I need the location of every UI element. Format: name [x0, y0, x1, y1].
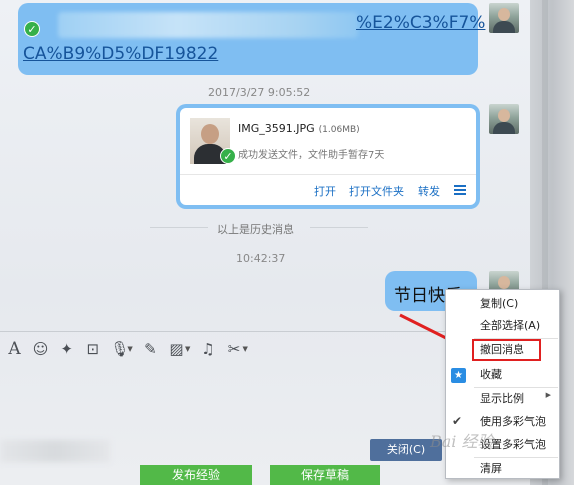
font-icon[interactable]: A: [6, 340, 23, 358]
forward-button[interactable]: 转发: [418, 183, 440, 199]
blurred-area: [0, 440, 110, 462]
magic-icon[interactable]: ✦: [58, 340, 75, 358]
file-name-text: IMG_3591.JPG: [238, 122, 315, 135]
file-actions-bar: 打开 打开文件夹 转发: [180, 174, 476, 204]
file-name: IMG_3591.JPG (1.06MB): [238, 122, 360, 135]
open-folder-button[interactable]: 打开文件夹: [349, 183, 404, 199]
emoji-icon[interactable]: ☺: [32, 340, 49, 358]
sent-check-icon: ✓: [220, 148, 236, 164]
menu-item-select-all[interactable]: 全部选择(A): [446, 316, 559, 336]
input-toolbar: A ☺ ✦ ⊡ 🎙▼ ✎ ▨▼ ♫ ✂ ▼: [6, 338, 252, 360]
toolbar-divider: [0, 331, 448, 332]
sent-check-icon: ✓: [24, 21, 40, 37]
history-label: 以上是历史消息: [217, 223, 294, 236]
menu-item-copy[interactable]: 复制(C): [446, 294, 559, 314]
open-file-button[interactable]: 打开: [314, 183, 336, 199]
chevron-down-icon[interactable]: ▼: [243, 345, 248, 353]
chevron-down-icon[interactable]: ▼: [185, 345, 190, 353]
scissors-icon[interactable]: ✂: [226, 340, 243, 358]
file-card-body: ✓ IMG_3591.JPG (1.06MB) 成功发送文件，文件助手暂存7天 打…: [180, 108, 476, 205]
publish-button[interactable]: 发布经验: [140, 465, 252, 485]
music-icon[interactable]: ♫: [199, 340, 216, 358]
menu-item-clear[interactable]: 清屏: [446, 459, 559, 479]
link-message-bubble: ✓ %E2%C3%F7% CA%B9%D5%DF19822: [18, 3, 485, 75]
history-divider: [150, 227, 440, 228]
avatar[interactable]: [489, 3, 519, 33]
chevron-down-icon[interactable]: ▼: [127, 345, 132, 353]
chevron-right-icon: ▶: [545, 391, 551, 399]
save-draft-button[interactable]: 保存草稿: [270, 465, 380, 485]
avatar[interactable]: [489, 104, 519, 134]
message-timestamp: 2017/3/27 9:05:52: [208, 86, 311, 99]
message-timestamp: 10:42:37: [236, 252, 286, 265]
recall-highlight-box: [472, 339, 541, 361]
more-menu-icon[interactable]: [454, 185, 466, 195]
menu-item-favorite[interactable]: 收藏: [446, 365, 559, 385]
image-icon[interactable]: ▨: [168, 340, 185, 358]
voice-icon[interactable]: 🎙: [110, 340, 129, 358]
file-status: 成功发送文件，文件助手暂存7天: [238, 150, 385, 161]
menu-separator: [474, 387, 558, 388]
edit-icon[interactable]: ✎: [142, 340, 159, 358]
watermark: Bai 经验: [430, 432, 494, 451]
file-message-card: ✓ IMG_3591.JPG (1.06MB) 成功发送文件，文件助手暂存7天 打…: [176, 104, 480, 209]
menu-separator: [474, 457, 558, 458]
message-link[interactable]: CA%B9%D5%DF19822: [23, 44, 218, 64]
file-size: (1.06MB): [318, 125, 360, 135]
screenshot-icon[interactable]: ⊡: [84, 340, 101, 358]
message-link[interactable]: %E2%C3%F7%: [356, 13, 485, 33]
menu-item-zoom[interactable]: 显示比例: [446, 389, 559, 409]
blurred-link-text: [58, 12, 358, 38]
